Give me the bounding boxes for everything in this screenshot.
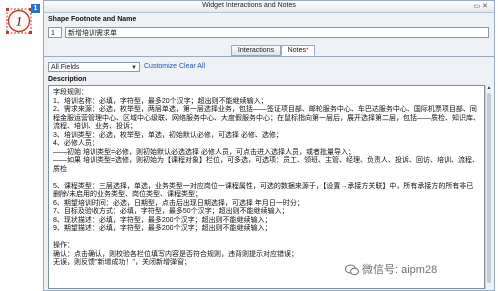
tab-interactions[interactable]: Interactions bbox=[231, 45, 281, 56]
scroll-thumb[interactable] bbox=[487, 93, 491, 283]
description-scrollbar[interactable]: ▲ bbox=[485, 85, 492, 289]
tab-divider bbox=[44, 56, 494, 57]
canvas-area: 1 1 bbox=[0, 0, 42, 291]
panel-title: Widget Interactions and Notes bbox=[202, 2, 296, 9]
fields-filter-select[interactable]: All Fields ▼ bbox=[48, 62, 140, 72]
shape-number: 1 bbox=[16, 14, 23, 29]
tab-interactions-label: Interactions bbox=[237, 47, 275, 54]
footnote-shape-icon[interactable]: 1 bbox=[6, 8, 32, 34]
shape-name-input[interactable]: 新增培训需求单 bbox=[65, 27, 489, 38]
fields-filter-value: All Fields bbox=[51, 64, 80, 71]
description-label: Description bbox=[48, 76, 87, 83]
tab-notes-label: Notes bbox=[287, 47, 306, 54]
footnote-badge: 1 bbox=[31, 4, 40, 13]
clear-all-link[interactable]: Clear All bbox=[179, 63, 205, 70]
dock-icon[interactable]: ▭ bbox=[474, 3, 483, 10]
watermark: 微信号: aipm28 bbox=[345, 261, 437, 277]
wechat-logo-icon bbox=[345, 264, 359, 276]
watermark-text: 微信号: aipm28 bbox=[362, 264, 438, 276]
tab-notes[interactable]: Notes* bbox=[281, 45, 315, 56]
tab-modified-marker: * bbox=[305, 48, 309, 54]
footnote-label: Shape Footnote and Name bbox=[48, 16, 137, 23]
footnote-number-field[interactable]: 1 bbox=[48, 27, 62, 38]
customize-link[interactable]: Customize bbox=[144, 63, 177, 70]
widget-notes-panel: Widget Interactions and Notes ▭✕ Shape F… bbox=[43, 0, 495, 291]
chevron-down-icon: ▼ bbox=[131, 65, 137, 71]
scroll-up-icon[interactable]: ▲ bbox=[486, 85, 492, 92]
close-icon[interactable]: ✕ bbox=[482, 3, 490, 10]
description-textarea[interactable]: 字段规则： 1、培训名称：必填，字符型，最多20个汉字；超出则不能继续输入； 2… bbox=[48, 85, 485, 289]
titlebar-controls: ▭✕ bbox=[474, 2, 491, 10]
panel-titlebar[interactable]: Widget Interactions and Notes ▭✕ bbox=[44, 1, 494, 13]
